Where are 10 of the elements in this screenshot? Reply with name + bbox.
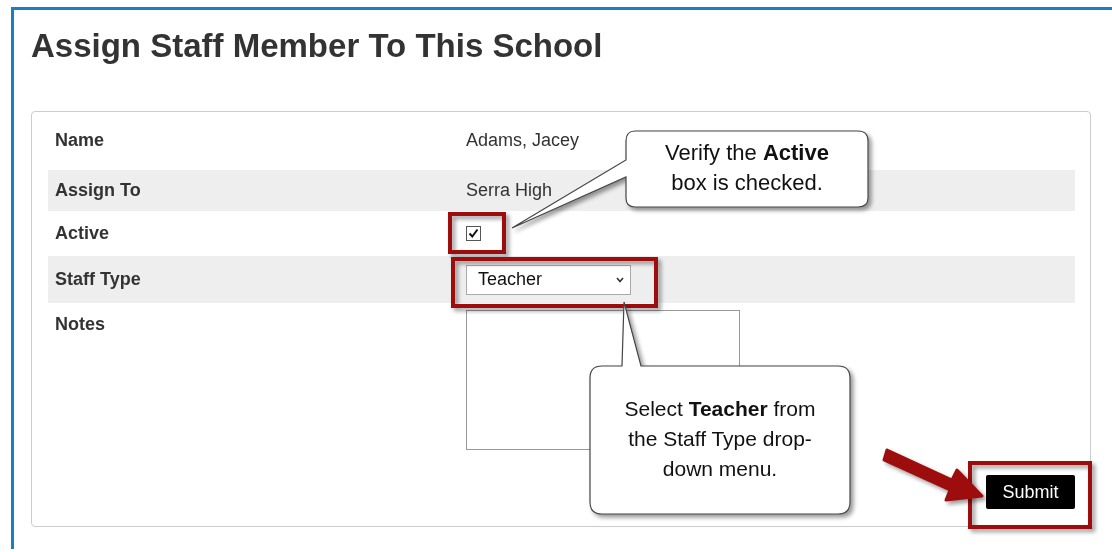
field-label: Name [54,130,106,151]
field-value: Serra High [466,180,553,200]
page-title: Assign Staff Member To This School [31,26,604,66]
tooltip-text: Verify the Active box is checked. [664,139,830,197]
field-label: Active [54,223,111,244]
field-label: Staff Type [54,269,142,290]
field-value: Adams, Jacey [466,130,580,150]
tooltip-text: Select Teacher from the Staff Type drop-down menu. [623,396,817,482]
field-label: Assign To [54,180,142,201]
field-label: Notes [54,314,106,335]
